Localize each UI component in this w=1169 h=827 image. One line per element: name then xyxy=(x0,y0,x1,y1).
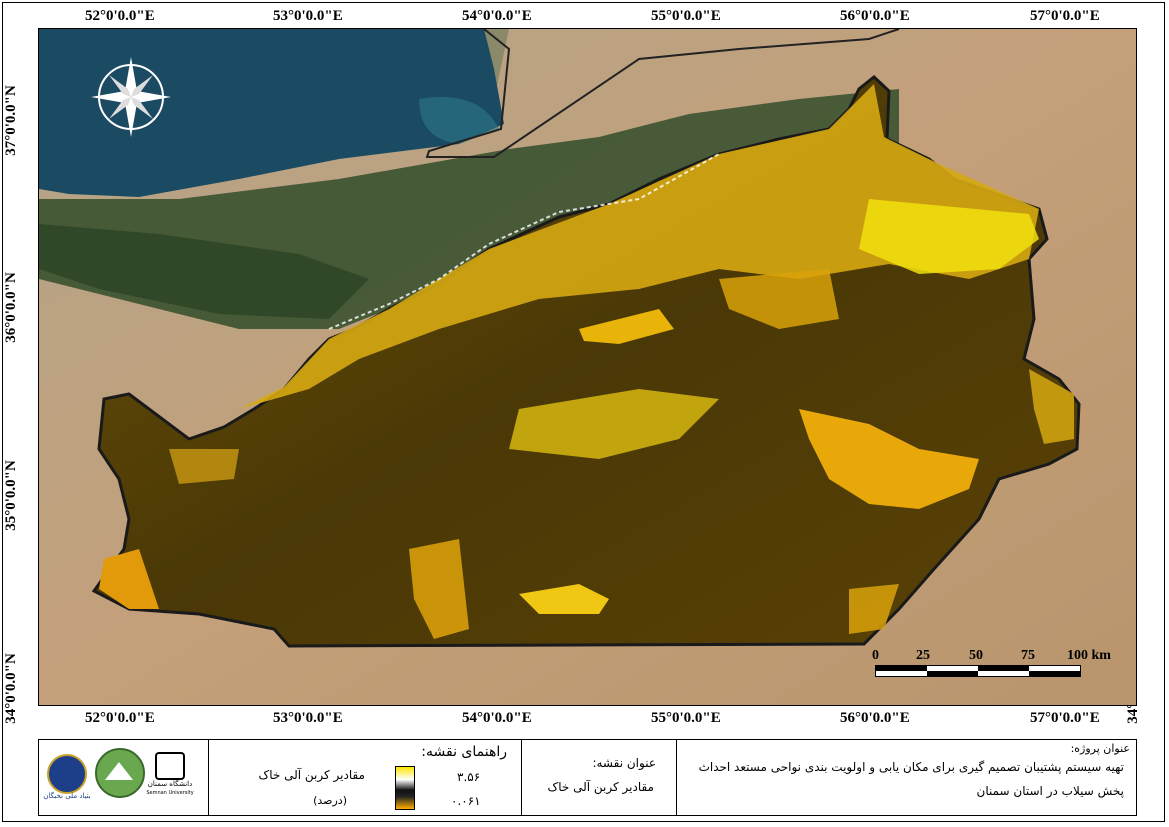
scale-label: 75 xyxy=(1021,648,1035,663)
logo-caption: Semnan University xyxy=(146,790,194,796)
university-logo xyxy=(155,752,185,780)
legend-min-value: ۰.۰۶۱ xyxy=(451,794,481,808)
legend-item-unit: (درصد) xyxy=(313,794,347,807)
legend-max-value: ۳.۵۶ xyxy=(457,770,481,784)
scale-label: 25 xyxy=(916,648,930,663)
legend-heading: راهنمای نقشه: xyxy=(421,744,507,760)
lon-tick-top: 56°0'0.0"E xyxy=(840,8,910,24)
project-cell: عنوان پروژه: تهیه سیستم پشتیبان تصمیم گی… xyxy=(677,740,1138,815)
logo-caption: دانشگاه سمنان xyxy=(147,780,193,788)
lon-tick-top: 57°0'0.0"E xyxy=(1030,8,1100,24)
provincial-logo xyxy=(95,748,145,798)
map-svg xyxy=(39,29,1136,705)
high-carbon-patch xyxy=(169,449,239,484)
legend-panel: بنیاد ملی نخبگان دانشگاه سمنان Semnan Un… xyxy=(38,739,1137,816)
scale-label: 50 xyxy=(969,648,983,663)
lon-tick-top: 53°0'0.0"E xyxy=(273,8,343,24)
map-title-heading: عنوان نقشه: xyxy=(592,756,656,770)
lat-tick-left: 34°0'0.0"N xyxy=(2,653,19,724)
project-heading: عنوان پروژه: xyxy=(1070,742,1130,755)
lon-tick-top: 52°0'0.0"E xyxy=(85,8,155,24)
lat-tick-left: 36°0'0.0"N xyxy=(2,272,19,343)
scale-label: 100 km xyxy=(1067,648,1111,663)
lon-tick-bottom: 56°0'0.0"E xyxy=(840,710,910,726)
project-title-line2: پخش سیلاب در استان سمنان xyxy=(976,784,1124,798)
lat-tick-left: 37°0'0.0"N xyxy=(2,85,19,156)
logo-caption: بنیاد ملی نخبگان xyxy=(43,792,91,800)
lat-tick-left: 35°0'0.0"N xyxy=(2,460,19,531)
scale-label: 0 xyxy=(872,648,879,663)
map-title-text: مقادیر کربن آلی خاک xyxy=(547,780,654,794)
color-ramp xyxy=(395,766,415,810)
lon-tick-bottom: 52°0'0.0"E xyxy=(85,710,155,726)
legend-item-label: مقادیر کربن آلی خاک xyxy=(258,768,365,782)
lon-tick-bottom: 55°0'0.0"E xyxy=(651,710,721,726)
elite-foundation-logo xyxy=(47,754,87,794)
lon-tick-bottom: 57°0'0.0"E xyxy=(1030,710,1100,726)
map-canvas[interactable] xyxy=(38,28,1137,706)
lon-tick-top: 54°0'0.0"E xyxy=(462,8,532,24)
project-title-line1: تهیه سیستم پشتیبان تصمیم گیری برای مکان … xyxy=(698,760,1124,774)
lon-tick-bottom: 54°0'0.0"E xyxy=(462,710,532,726)
lon-tick-top: 55°0'0.0"E xyxy=(651,8,721,24)
lon-tick-bottom: 53°0'0.0"E xyxy=(273,710,343,726)
scale-bar-box xyxy=(875,665,1081,677)
legend-cell: راهنمای نقشه: مقادیر کربن آلی خاک (درصد)… xyxy=(209,740,522,815)
map-title-cell: عنوان نقشه: مقادیر کربن آلی خاک xyxy=(522,740,677,815)
logos-cell: بنیاد ملی نخبگان دانشگاه سمنان Semnan Un… xyxy=(39,740,209,815)
scale-bar: 0 25 50 75 100 km xyxy=(870,648,1118,682)
